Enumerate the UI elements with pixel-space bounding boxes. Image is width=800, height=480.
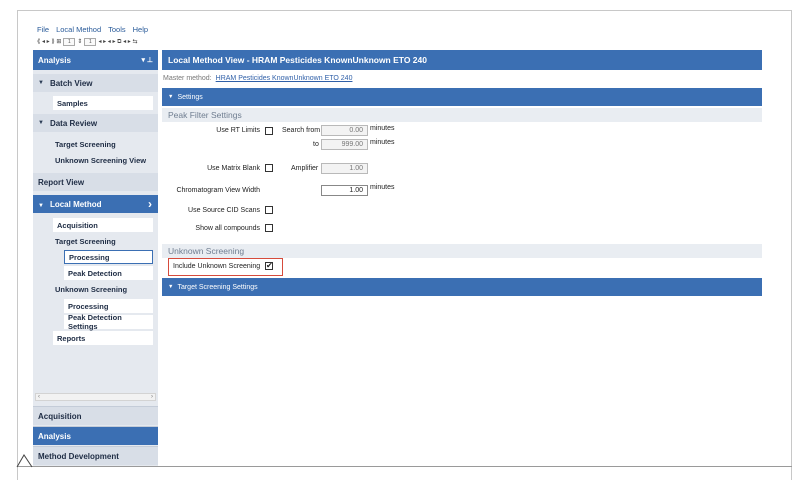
toolbar-field-1[interactable]: 1 bbox=[63, 37, 76, 46]
nav-item-unknown-screening-view[interactable]: Unknown Screening View bbox=[55, 153, 146, 167]
show-all-compounds-label: Show all compounds bbox=[195, 225, 260, 232]
use-rt-limits-label: Use RT Limits bbox=[216, 127, 260, 134]
nav-section-label: Local Method bbox=[49, 199, 102, 209]
target-screening-settings-bar[interactable]: ▼ Target Screening Settings bbox=[162, 278, 762, 296]
use-source-cid-scans-label: Use Source CID Scans bbox=[188, 207, 260, 214]
collapse-triangle-icon: ▼ bbox=[38, 80, 44, 86]
navigation-panel: Analysis ▾ ⊥ ▼ Batch View Samples ▼ Data… bbox=[33, 50, 158, 466]
bottom-tab-method-development[interactable]: Method Development bbox=[33, 446, 158, 465]
toolbar-field-2[interactable]: 1 bbox=[84, 37, 97, 46]
amplifier-label: Amplifier bbox=[291, 165, 319, 172]
settings-bar-label: Settings bbox=[177, 93, 203, 101]
search-from-field[interactable]: 0.00 bbox=[321, 125, 368, 136]
spin-icon[interactable]: ⇕ bbox=[77, 38, 82, 45]
master-method-label: Master method: bbox=[163, 74, 212, 82]
menu-bar: File Local Method Tools Help bbox=[37, 25, 148, 35]
menu-tools[interactable]: Tools bbox=[108, 25, 126, 35]
menu-local-method[interactable]: Local Method bbox=[56, 25, 101, 35]
settings-bar[interactable]: ▼ Settings bbox=[162, 88, 762, 106]
collapse-triangle-icon: ▼ bbox=[168, 284, 174, 290]
page-title: Local Method View - HRAM Pesticides Know… bbox=[162, 50, 762, 70]
bottom-tab-acquisition[interactable]: Acquisition bbox=[33, 406, 158, 425]
toolbar: ⟪ ◂ ▸ ⟫ ⊞ 1 ⇕ 1 ◂ ▸ ◂ ▸ ⧉ ◂ ▸ ⇆ bbox=[37, 37, 138, 46]
chromatogram-view-width-label: Chromatogram View Width bbox=[176, 187, 260, 194]
menu-help[interactable]: Help bbox=[133, 25, 148, 35]
master-method-row: Master method: HRAM Pesticides KnownUnkn… bbox=[162, 72, 763, 84]
toolbar-arrows-icon[interactable]: ◂ ▸ ◂ ▸ ⧉ ◂ ▸ ⇆ bbox=[98, 38, 137, 46]
minutes-unit: minutes bbox=[370, 125, 395, 132]
minutes-unit: minutes bbox=[370, 184, 395, 191]
collapse-triangle-icon: ▼ bbox=[38, 202, 44, 209]
nav-section-label: Batch View bbox=[49, 78, 93, 88]
scroll-right-icon[interactable]: › bbox=[151, 394, 153, 400]
horizontal-scrollbar[interactable]: ‹ › bbox=[35, 393, 156, 401]
pin-icon[interactable]: ▾ ⊥ bbox=[141, 56, 153, 64]
nav-section-data-review[interactable]: ▼ Data Review bbox=[33, 114, 158, 132]
nav-item-samples[interactable]: Samples bbox=[53, 96, 153, 110]
nav-arrows-icon[interactable]: ⟪ ◂ ▸ ⟫ ⊞ bbox=[37, 38, 61, 45]
use-rt-limits-checkbox[interactable] bbox=[265, 127, 273, 135]
divider bbox=[17, 466, 792, 467]
show-all-compounds-checkbox[interactable] bbox=[265, 224, 273, 232]
nav-item-target-screening[interactable]: Target Screening bbox=[55, 137, 116, 151]
nav-item-processing[interactable]: Processing bbox=[64, 250, 153, 264]
nav-item-lm-target-screening[interactable]: Target Screening bbox=[55, 234, 116, 248]
search-from-label: Search from bbox=[282, 127, 321, 134]
to-label: to bbox=[313, 141, 319, 148]
nav-section-report-view[interactable]: Report View bbox=[33, 173, 158, 191]
to-field[interactable]: 999.00 bbox=[321, 139, 368, 150]
nav-title-label: Analysis bbox=[38, 55, 71, 65]
nav-item-peak-detection-settings[interactable]: Peak Detection Settings bbox=[64, 313, 153, 331]
master-method-link[interactable]: HRAM Pesticides KnownUnknown ETO 240 bbox=[216, 75, 353, 82]
use-source-cid-scans-checkbox[interactable] bbox=[265, 206, 273, 214]
nav-item-reports[interactable]: Reports bbox=[53, 331, 153, 345]
bottom-tab-analysis[interactable]: Analysis bbox=[33, 426, 158, 445]
nav-panel-title: Analysis ▾ ⊥ bbox=[33, 50, 158, 70]
nav-item-us-processing[interactable]: Processing bbox=[64, 299, 153, 313]
amplifier-field[interactable]: 1.00 bbox=[321, 163, 368, 174]
use-matrix-blank-checkbox[interactable] bbox=[265, 164, 273, 172]
collapse-triangle-icon: ▼ bbox=[38, 120, 44, 126]
nav-section-label: Data Review bbox=[49, 118, 98, 128]
nav-section-local-method[interactable]: ▼ Local Method › bbox=[33, 195, 158, 213]
nav-section-label: Report View bbox=[38, 177, 85, 187]
use-matrix-blank-label: Use Matrix Blank bbox=[207, 165, 260, 172]
chromatogram-view-width-field[interactable]: 1.00 bbox=[321, 185, 368, 196]
peak-filter-settings-header: Peak Filter Settings bbox=[162, 108, 762, 122]
nav-item-lm-unknown-screening[interactable]: Unknown Screening bbox=[55, 282, 127, 296]
highlight-box bbox=[168, 258, 283, 276]
nav-item-peak-detection[interactable]: Peak Detection bbox=[64, 266, 153, 280]
nav-item-acquisition[interactable]: Acquisition bbox=[53, 218, 153, 232]
chevron-right-icon: › bbox=[148, 197, 152, 211]
nav-section-batch-view[interactable]: ▼ Batch View bbox=[33, 74, 158, 92]
minutes-unit: minutes bbox=[370, 139, 395, 146]
target-screening-settings-label: Target Screening Settings bbox=[177, 283, 258, 291]
unknown-screening-header: Unknown Screening bbox=[162, 244, 762, 258]
menu-file[interactable]: File bbox=[37, 25, 49, 35]
scroll-left-icon[interactable]: ‹ bbox=[38, 394, 40, 400]
collapse-triangle-icon: ▼ bbox=[168, 94, 174, 100]
